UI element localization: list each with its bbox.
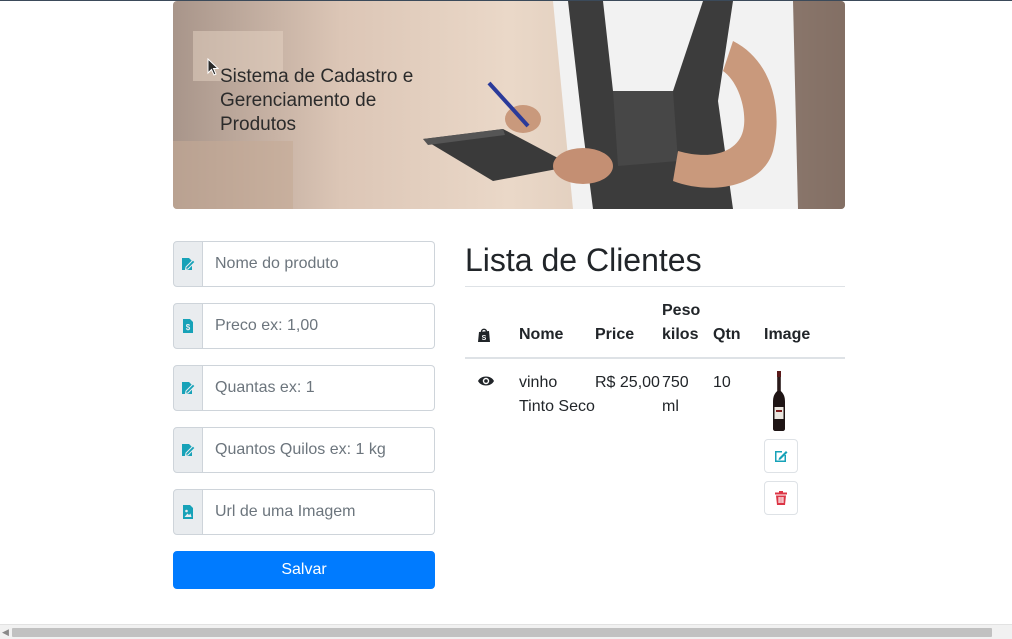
quantity-group [173, 365, 435, 411]
header-qtn: Qtn [713, 287, 764, 359]
weight-addon [173, 427, 203, 473]
table-header-row: S Nome Price Peso kilos Qtn Image [465, 287, 845, 359]
products-table: S Nome Price Peso kilos Qtn Image vinho … [465, 287, 845, 527]
list-title: Lista de Clientes [465, 238, 845, 287]
scroll-left-arrow-icon[interactable]: ◀ [2, 627, 9, 638]
price-input[interactable] [203, 303, 435, 349]
header-image: Image [764, 287, 845, 359]
row-image-cell [764, 358, 845, 527]
client-list: Lista de Clientes S Nome Price Peso kilo… [465, 238, 845, 527]
view-cell [465, 358, 519, 527]
quantity-addon [173, 365, 203, 411]
hero-banner: Sistema de Cadastro e Gerenciamento de P… [173, 1, 845, 209]
row-qty: 10 [713, 374, 731, 391]
price-group: $ [173, 303, 435, 349]
image-url-input[interactable] [203, 489, 435, 535]
weight-group [173, 427, 435, 473]
image-url-group [173, 489, 435, 535]
product-name-addon [173, 241, 203, 287]
banner-title: Sistema de Cadastro e Gerenciamento de P… [220, 66, 414, 135]
image-file-icon [183, 505, 193, 519]
trash-icon [775, 491, 787, 505]
svg-text:$: $ [186, 323, 191, 332]
svg-text:S: S [482, 335, 487, 342]
shopify-bag-icon: S [478, 328, 490, 342]
quantity-input[interactable] [203, 365, 435, 411]
product-form: $ Salvar [173, 241, 435, 589]
header-icon-cell: S [465, 287, 519, 359]
scrollbar-thumb[interactable] [12, 628, 992, 637]
save-button[interactable]: Salvar [173, 551, 435, 589]
table-row: vinho Tinto Seco R$ 25,00 750 ml 10 [465, 358, 845, 527]
row-weight: 750 ml [662, 374, 689, 415]
edit-icon [182, 258, 196, 271]
dollar-file-icon: $ [183, 319, 193, 333]
header-price: Price [595, 287, 662, 359]
mouse-cursor-icon [207, 58, 219, 76]
edit-icon [182, 382, 196, 395]
wine-bottle-image [773, 371, 785, 431]
image-url-addon [173, 489, 203, 535]
row-name: vinho Tinto Seco [519, 374, 595, 415]
weight-input[interactable] [203, 427, 435, 473]
edit-icon [182, 444, 196, 457]
header-peso: Peso kilos [662, 287, 713, 359]
header-nome: Nome [519, 287, 595, 359]
edit-button[interactable] [764, 439, 798, 473]
eye-icon[interactable] [477, 374, 495, 388]
edit-icon [775, 451, 788, 462]
row-price: R$ 25,00 [595, 374, 660, 391]
price-addon: $ [173, 303, 203, 349]
delete-button[interactable] [764, 481, 798, 515]
product-name-input[interactable] [203, 241, 435, 287]
horizontal-scrollbar[interactable]: ◀ [0, 624, 1012, 639]
product-name-group [173, 241, 435, 287]
